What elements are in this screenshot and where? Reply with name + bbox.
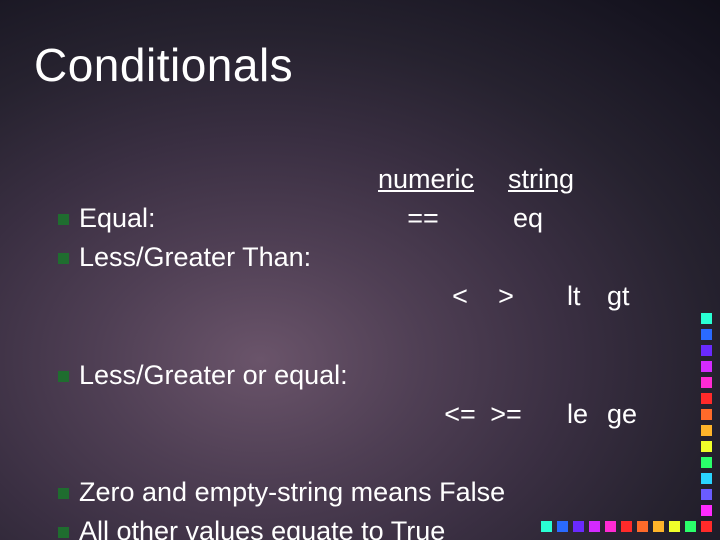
slide-body: numeric string Equal: == eq Less/Greater…: [58, 160, 660, 540]
slide-title: Conditionals: [34, 38, 293, 92]
row-label: Less/Greater Than:: [79, 238, 377, 277]
bullet-row-lgt: Less/Greater Than: <> ltgt: [58, 238, 660, 355]
deco-square: [669, 521, 680, 532]
string-ops: lege: [507, 356, 647, 473]
numeric-ops: <>: [377, 238, 507, 355]
bullet-icon: [58, 253, 69, 264]
deco-square: [701, 505, 712, 516]
deco-square: [701, 345, 712, 356]
numeric-op-le: <=: [437, 395, 483, 434]
header-row: numeric string: [78, 160, 660, 199]
note-text: Zero and empty-string means False: [79, 473, 505, 512]
deco-square: [685, 521, 696, 532]
note-text: All other values equate to True: [79, 512, 445, 540]
deco-square: [701, 457, 712, 468]
bullet-icon: [58, 371, 69, 382]
slide: Conditionals numeric string Equal: == eq…: [0, 0, 720, 540]
deco-square: [701, 329, 712, 340]
deco-square: [701, 441, 712, 452]
string-op-le: le: [567, 395, 607, 434]
deco-square: [701, 377, 712, 388]
bullet-icon: [58, 488, 69, 499]
deco-square: [701, 489, 712, 500]
deco-square: [701, 393, 712, 404]
deco-square: [701, 409, 712, 420]
string-op-ge: ge: [607, 395, 647, 434]
numeric-op: ==: [377, 199, 507, 238]
string-ops: ltgt: [507, 238, 647, 355]
row-label: Less/Greater or equal:: [79, 356, 377, 395]
bullet-icon: [58, 527, 69, 538]
string-op-gt: gt: [607, 277, 647, 316]
deco-square: [701, 313, 712, 324]
numeric-ops: <=>=: [377, 356, 507, 473]
row-label: Equal:: [79, 199, 377, 238]
deco-square: [701, 521, 712, 532]
numeric-op-lt: <: [437, 277, 483, 316]
string-op: eq: [507, 199, 543, 238]
bullet-row-note-true: All other values equate to True: [58, 512, 660, 540]
deco-square: [701, 473, 712, 484]
bullet-row-equal: Equal: == eq: [58, 199, 660, 238]
bullet-icon: [58, 214, 69, 225]
string-op-lt: lt: [567, 277, 607, 316]
deco-square: [701, 361, 712, 372]
header-string: string: [508, 160, 574, 199]
bullet-row-note-false: Zero and empty-string means False: [58, 473, 660, 512]
bullet-row-lge: Less/Greater or equal: <=>= lege: [58, 356, 660, 473]
header-numeric: numeric: [378, 160, 508, 199]
deco-square: [701, 425, 712, 436]
